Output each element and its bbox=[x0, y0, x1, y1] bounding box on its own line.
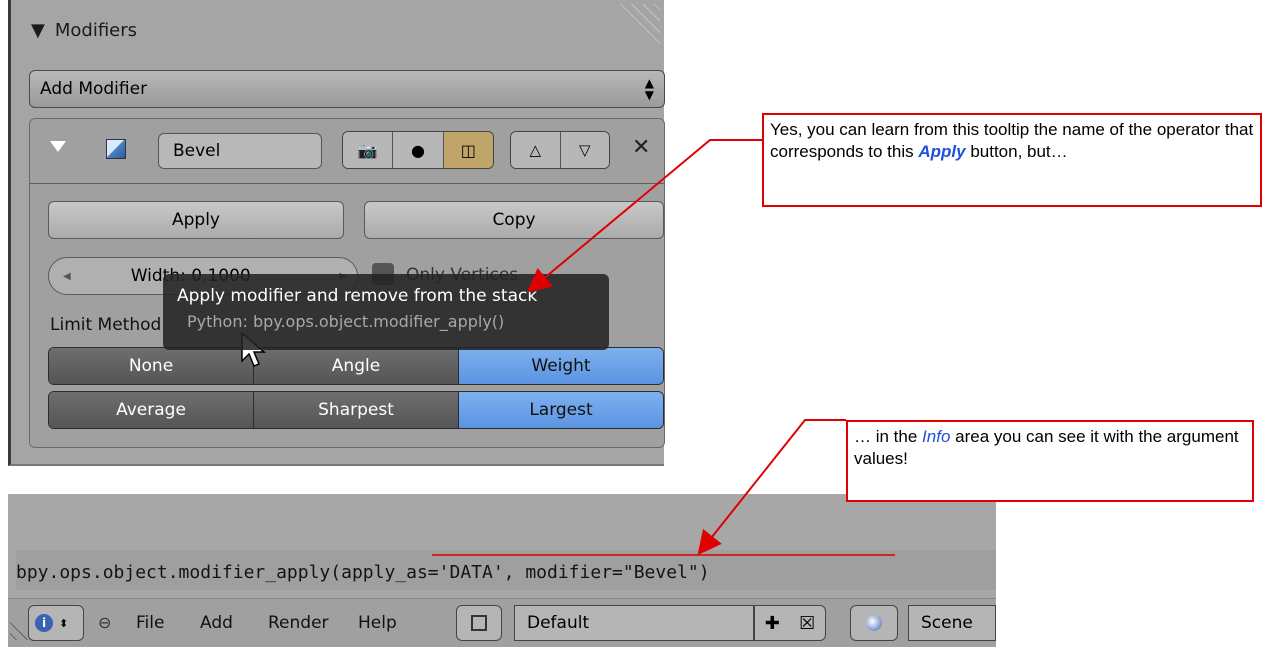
editmode-toggle-icon[interactable]: ◫ bbox=[443, 132, 493, 168]
tooltip: Apply modifier and remove from the stack… bbox=[163, 274, 609, 350]
viewport-eye-icon[interactable]: ● bbox=[393, 132, 444, 168]
limit-method-label: Limit Method bbox=[50, 315, 162, 335]
callout-info: … in the Info area you can see it with t… bbox=[846, 420, 1254, 502]
info-report-text[interactable]: bpy.ops.object.modifier_apply(apply_as='… bbox=[16, 562, 710, 583]
move-down-icon[interactable]: ▽ bbox=[560, 132, 609, 168]
limit-angle-option[interactable]: Angle bbox=[254, 348, 459, 384]
copy-label: Copy bbox=[492, 210, 536, 230]
menu-add[interactable]: Add bbox=[200, 613, 233, 633]
layout-buttons: ✚ ☒ bbox=[754, 605, 826, 641]
panel-title: Modifiers bbox=[54, 20, 138, 41]
modifier-header: Bevel 📷 ● ◫ △ ▽ ✕ bbox=[30, 119, 664, 184]
modifiers-panel: ▼ Modifiers Add Modifier ▲ ▼ Bevel 📷 ● ◫ … bbox=[8, 0, 665, 466]
apply-label: Apply bbox=[172, 210, 220, 230]
move-buttons: △ ▽ bbox=[510, 131, 610, 169]
panel-drag-corner[interactable] bbox=[620, 4, 660, 44]
expand-triangle-icon[interactable] bbox=[50, 141, 66, 152]
screen-layout-field[interactable]: Default bbox=[514, 605, 754, 641]
panel-header[interactable]: ▼ Modifiers bbox=[31, 20, 137, 41]
bevel-modifier-icon bbox=[106, 139, 126, 159]
callout1-highlight: Apply bbox=[918, 142, 966, 161]
scene-icon[interactable] bbox=[850, 605, 898, 641]
copy-button[interactable]: Copy bbox=[364, 201, 664, 239]
apply-button[interactable]: Apply bbox=[48, 201, 344, 239]
angle-mode-selector: Average Sharpest Largest bbox=[48, 391, 664, 429]
callout-tooltip: Yes, you can learn from this tooltip the… bbox=[762, 113, 1262, 207]
limit-weight-option[interactable]: Weight bbox=[459, 348, 663, 384]
screen-layout-icon[interactable] bbox=[456, 605, 502, 641]
decrement-arrow-icon[interactable]: ◀ bbox=[63, 271, 71, 282]
mode-average-option[interactable]: Average bbox=[49, 392, 254, 428]
menu-help[interactable]: Help bbox=[358, 613, 397, 633]
modifier-name-field[interactable]: Bevel bbox=[158, 133, 322, 169]
callout2-text: … in the bbox=[854, 427, 923, 446]
menu-render[interactable]: Render bbox=[268, 613, 329, 633]
mode-sharpest-option[interactable]: Sharpest bbox=[254, 392, 459, 428]
callout1-tail: button, but… bbox=[965, 142, 1068, 161]
info-icon: i bbox=[35, 614, 53, 632]
mode-largest-option[interactable]: Largest bbox=[459, 392, 663, 428]
menu-file[interactable]: File bbox=[136, 613, 164, 633]
add-modifier-dropdown[interactable]: Add Modifier ▲ ▼ bbox=[29, 70, 665, 108]
callout2-highlight: Info bbox=[922, 427, 951, 446]
render-toggle-icon[interactable]: 📷 bbox=[343, 132, 394, 168]
add-modifier-label: Add Modifier bbox=[40, 79, 148, 99]
remove-modifier-icon[interactable]: ✕ bbox=[632, 135, 650, 160]
limit-none-option[interactable]: None bbox=[49, 348, 254, 384]
collapse-menu-icon[interactable]: ⊖ bbox=[98, 613, 111, 632]
move-up-icon[interactable]: △ bbox=[511, 132, 561, 168]
delete-layout-icon[interactable]: ☒ bbox=[799, 613, 815, 634]
scene-field[interactable]: Scene bbox=[908, 605, 996, 641]
tooltip-python: Python: bpy.ops.object.modifier_apply() bbox=[187, 312, 505, 331]
collapse-triangle-icon: ▼ bbox=[31, 20, 45, 41]
limit-method-selector: None Angle Weight bbox=[48, 347, 664, 385]
info-header: i ⬍ ⊖ File Add Render Help Default ✚ ☒ S… bbox=[8, 598, 996, 647]
visibility-toggles: 📷 ● ◫ bbox=[342, 131, 494, 169]
updown-icon: ⬍ bbox=[59, 616, 69, 630]
tooltip-description: Apply modifier and remove from the stack bbox=[177, 286, 538, 306]
add-layout-icon[interactable]: ✚ bbox=[765, 613, 780, 634]
editor-type-selector[interactable]: i ⬍ bbox=[28, 605, 84, 641]
dropdown-arrows-icon: ▲ ▼ bbox=[644, 76, 654, 102]
info-area: bpy.ops.object.modifier_apply(apply_as='… bbox=[8, 494, 996, 647]
